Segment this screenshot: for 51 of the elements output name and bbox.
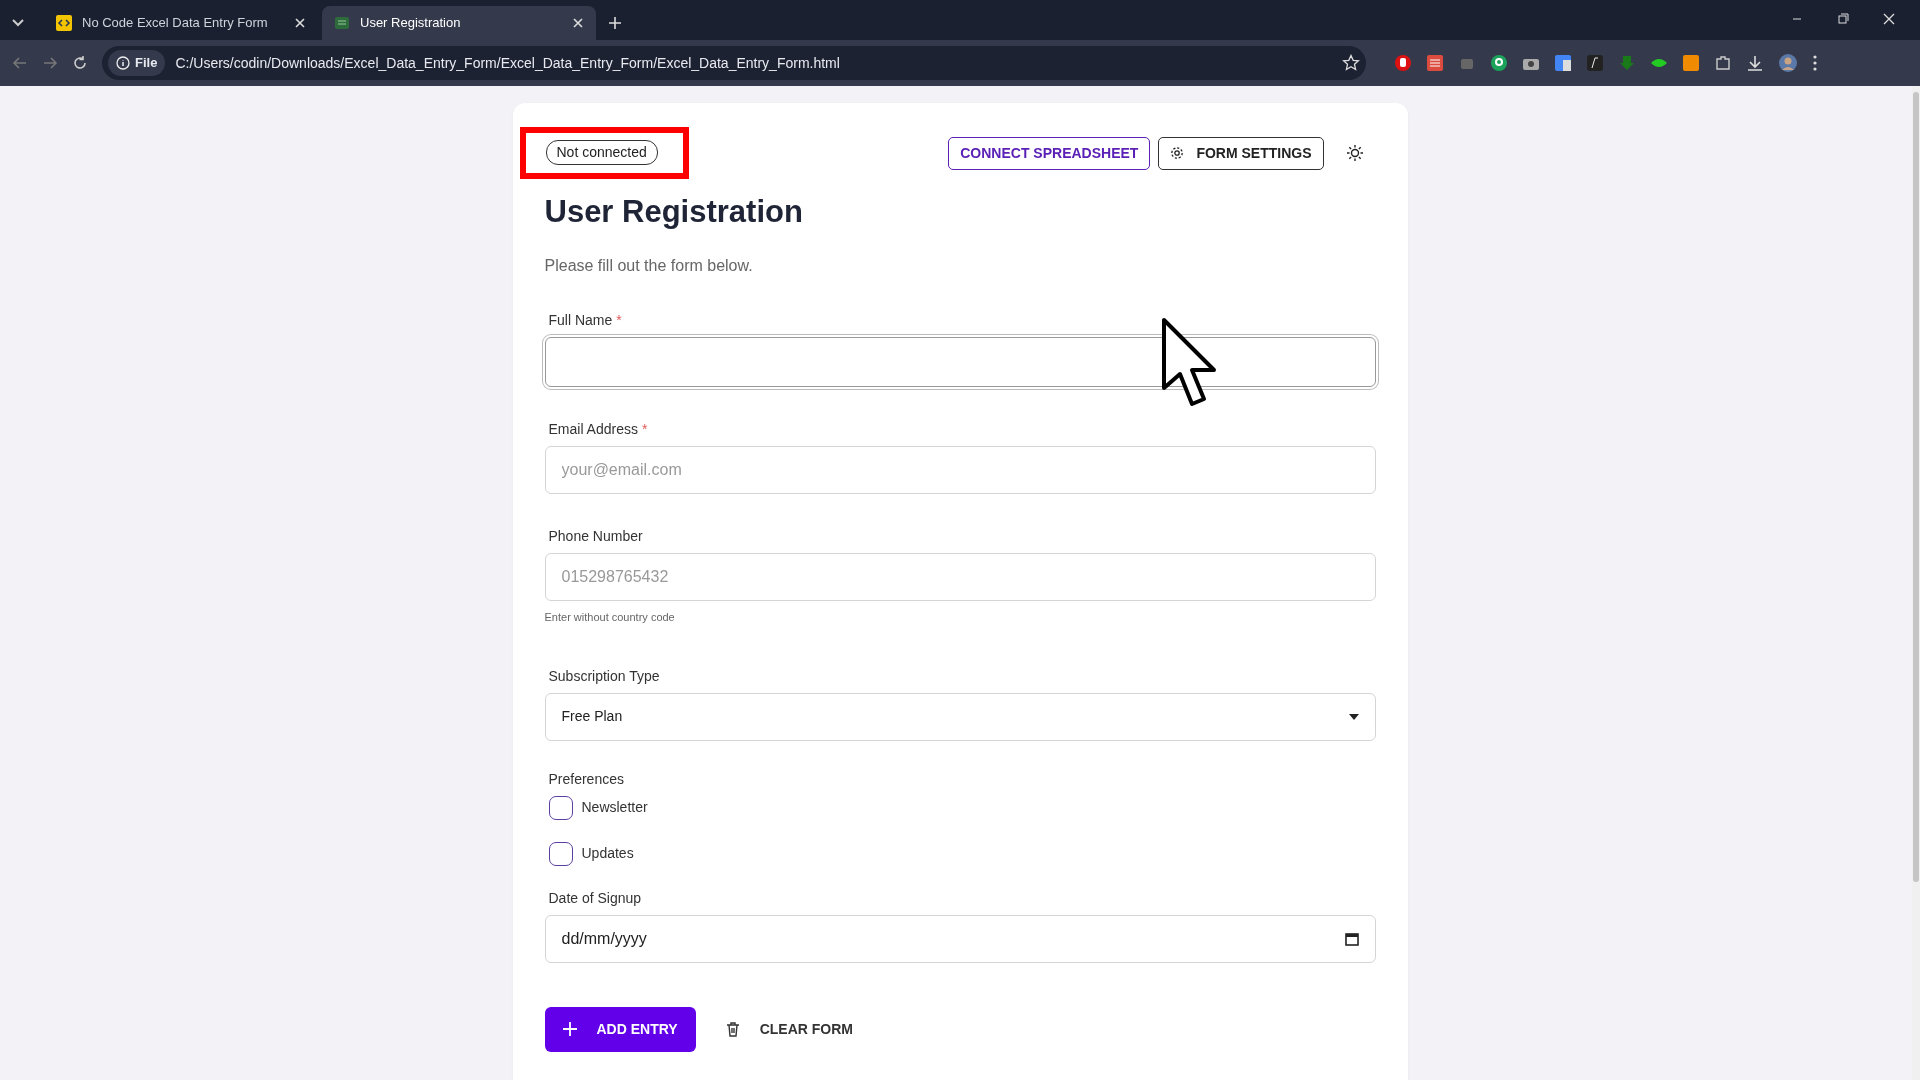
phone-field[interactable]: 015298765432 — [544, 553, 1376, 602]
status-badge: Not connected — [545, 140, 658, 165]
avatar-icon[interactable] — [1778, 53, 1798, 73]
field-label: Preferences — [548, 769, 625, 789]
help-text: Enter without country code — [544, 610, 676, 626]
dropdown-caret-icon — [1348, 713, 1359, 720]
back-icon[interactable] — [12, 55, 28, 71]
field-label: Full Name * — [548, 311, 623, 331]
checkbox[interactable] — [548, 841, 573, 866]
browser-tab[interactable]: User Registration — [322, 6, 596, 40]
field-label: Date of Signup — [548, 888, 643, 908]
page-icon — [334, 15, 350, 31]
tile-icon[interactable] — [1682, 54, 1700, 72]
field-label: Phone Number — [548, 527, 644, 547]
trash-icon — [725, 1021, 740, 1038]
download-icon[interactable] — [1746, 54, 1764, 72]
plus-icon — [562, 1022, 577, 1037]
subscription-dropdown[interactable]: Free Plan — [544, 692, 1376, 741]
name-field[interactable] — [544, 337, 1376, 388]
theme-toggle-icon[interactable] — [1345, 144, 1364, 162]
site-info-button[interactable]: File — [108, 50, 166, 76]
field-label: Email Address * — [548, 420, 649, 440]
new-tab-icon[interactable] — [608, 16, 622, 30]
close-icon[interactable] — [572, 17, 584, 29]
info-icon — [116, 56, 130, 70]
form-subtitle: Please fill out the form below. — [544, 256, 754, 277]
reload-icon[interactable] — [72, 55, 88, 71]
restore-icon[interactable] — [1836, 12, 1850, 26]
translate-icon[interactable] — [1554, 54, 1572, 72]
function-icon[interactable] — [1586, 54, 1604, 72]
checkbox-label: Newsletter — [581, 798, 648, 818]
date-field[interactable]: dd/mm/yyyy — [544, 914, 1376, 963]
gear-icon — [1170, 146, 1185, 160]
address-url[interactable]: C:/Users/codin/Downloads/Excel_Data_Entry_Form/Excel_Data_Entry_Form/Excel_Data_Entry_Form.html — [175, 52, 1332, 74]
star-icon[interactable] — [1342, 54, 1360, 72]
add-entry-button[interactable]: ADD ENTRY — [544, 1006, 696, 1052]
checkbox[interactable] — [548, 795, 573, 820]
connect-button[interactable]: CONNECT SPREADSHEET — [948, 136, 1151, 170]
browser-tab[interactable]: No Code Excel Data Entry Form — [44, 6, 318, 40]
form-title: User Registration — [544, 193, 804, 231]
calendar-icon[interactable] — [1344, 931, 1359, 946]
close-icon[interactable] — [1882, 12, 1896, 26]
clear-form-button[interactable]: CLEAR FORM — [719, 1017, 859, 1041]
page-icon — [56, 15, 72, 31]
forward-icon[interactable] — [42, 55, 58, 71]
checkbox-label: Updates — [581, 844, 634, 864]
email-field[interactable]: your@email.com — [544, 446, 1376, 495]
close-icon[interactable] — [294, 17, 306, 29]
form-settings-button[interactable]: FORM SETTINGS — [1158, 136, 1324, 170]
field-label: Subscription Type — [548, 666, 661, 686]
menu-icon[interactable] — [1812, 54, 1818, 72]
